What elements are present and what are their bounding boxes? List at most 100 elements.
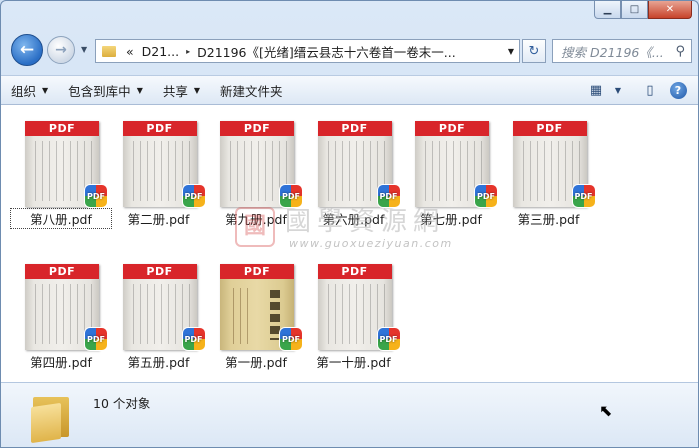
address-bar[interactable]: « D21... ▸ D21196《[光绪]缙云县志十六卷首一卷末一... ▼ <box>95 39 520 63</box>
pdf-app-icon-label: PDF <box>379 191 398 201</box>
page-text-preview <box>128 284 191 344</box>
page-text-preview <box>518 141 581 201</box>
page-text-preview <box>226 141 288 201</box>
pdf-app-icon: PDF <box>377 185 400 207</box>
breadcrumb-parent[interactable]: D21... <box>138 44 183 59</box>
pdf-app-icon: PDF <box>182 185 205 207</box>
chevron-down-icon: ▼ <box>136 85 143 95</box>
file-list-view[interactable]: PDF PDF 第八册.pdf PDF PDF 第二册.pdf PDF PDF 第九册.pdf P… <box>1 105 698 382</box>
watermark-url: www.guoxueziyuan.com <box>289 237 453 250</box>
file-item[interactable]: PDF PDF 第二册.pdf <box>113 113 205 227</box>
file-item[interactable]: PDF PDF 第一十册.pdf <box>308 256 400 370</box>
file-item[interactable]: PDF PDF 第九册.pdf <box>210 113 302 227</box>
chevron-down-icon: ▼ <box>193 85 201 95</box>
command-bar: 组织 ▼ 包含到库中 ▼ 共享 ▼ 新建文件夹 ▦ ▼ ▯ ? <box>1 75 698 105</box>
back-button[interactable]: ← <box>11 34 43 66</box>
page-text-preview <box>323 141 386 201</box>
pdf-app-icon-label: PDF <box>282 334 300 344</box>
include-in-library-label: 包含到库中 <box>68 83 131 99</box>
new-folder-button[interactable]: 新建文件夹 <box>210 76 293 104</box>
file-item[interactable]: PDF PDF 第四册.pdf <box>15 256 107 370</box>
file-item[interactable]: PDF PDF 第五册.pdf <box>113 256 205 370</box>
new-folder-label: 新建文件夹 <box>220 83 283 99</box>
pdf-app-icon-label: PDF <box>477 191 495 201</box>
file-item[interactable]: PDF PDF 第一册.pdf <box>210 256 302 370</box>
item-count: 10 个对象 <box>93 396 151 411</box>
pdf-banner: PDF <box>220 121 294 136</box>
file-name[interactable]: 第六册.pdf <box>304 209 404 228</box>
share-label: 共享 <box>162 83 188 99</box>
pdf-banner: PDF <box>317 264 392 279</box>
folder-icon <box>102 45 116 57</box>
search-input[interactable]: 搜索 D21196《... ⚲ <box>552 39 692 63</box>
pdf-app-icon: PDF <box>475 185 497 207</box>
pdf-app-icon: PDF <box>377 328 400 350</box>
pdf-banner: PDF <box>25 121 99 136</box>
chevron-down-icon: ▼ <box>42 85 49 95</box>
pdf-app-icon: PDF <box>182 328 205 350</box>
view-options-icon[interactable]: ▦ <box>582 76 610 104</box>
pdf-banner: PDF <box>317 121 392 136</box>
file-item[interactable]: PDF PDF 第三册.pdf <box>503 113 595 227</box>
file-item[interactable]: PDF PDF 第七册.pdf <box>405 113 497 227</box>
minimize-button[interactable]: ▁ <box>594 1 621 19</box>
view-dropdown-icon[interactable]: ▼ <box>610 76 626 104</box>
pdf-app-icon-label: PDF <box>379 334 398 344</box>
pdf-app-icon: PDF <box>85 185 107 207</box>
page-text-preview <box>421 141 483 201</box>
file-name[interactable]: 第四册.pdf <box>11 352 111 371</box>
pdf-banner: PDF <box>122 264 197 279</box>
pdf-app-icon: PDF <box>280 185 302 207</box>
search-placeholder: 搜索 D21196《... <box>561 44 664 60</box>
file-item[interactable]: PDF PDF 第八册.pdf <box>10 113 112 229</box>
search-icon[interactable]: ⚲ <box>675 44 685 59</box>
pdf-app-icon-label: PDF <box>87 191 105 201</box>
pdf-app-icon-label: PDF <box>574 191 593 201</box>
breadcrumb-current[interactable]: D21196《[光绪]缙云县志十六卷首一卷末一... <box>193 42 460 61</box>
folder-icon <box>31 391 71 444</box>
breadcrumb-separator-icon[interactable]: ▸ <box>183 47 193 56</box>
file-item[interactable]: PDF PDF 第六册.pdf <box>308 113 400 227</box>
pdf-banner: PDF <box>220 264 294 279</box>
pdf-app-icon-label: PDF <box>184 334 203 344</box>
pdf-app-icon: PDF <box>85 328 107 350</box>
maximize-button[interactable]: □ <box>621 1 648 19</box>
pdf-app-icon-label: PDF <box>184 191 203 201</box>
pdf-banner: PDF <box>415 121 489 136</box>
file-name[interactable]: 第三册.pdf <box>499 209 599 228</box>
navigation-bar: ← → ▼ « D21... ▸ D21196《[光绪]缙云县志十六卷首一卷末一… <box>1 31 698 71</box>
window-controls: ▁ □ ✕ <box>594 1 692 21</box>
pdf-app-icon-label: PDF <box>282 191 300 201</box>
toolbar-right-group: ▦ ▼ ▯ ? <box>582 76 698 104</box>
preview-pane-icon[interactable]: ▯ <box>636 76 664 104</box>
pdf-app-icon: PDF <box>280 328 302 350</box>
file-name[interactable]: 第九册.pdf <box>206 209 306 228</box>
include-in-library-button[interactable]: 包含到库中 ▼ <box>58 76 153 104</box>
explorer-window: ▁ □ ✕ ← → ▼ « D21... ▸ D21196《[光绪]缙云县志十六… <box>0 0 699 448</box>
details-pane: 10 个对象 <box>1 382 698 447</box>
help-button[interactable]: ? <box>664 76 692 104</box>
forward-button[interactable]: → <box>47 36 75 64</box>
page-text-preview <box>128 141 191 201</box>
close-button[interactable]: ✕ <box>648 1 692 19</box>
page-text-preview <box>31 284 93 344</box>
file-name[interactable]: 第二册.pdf <box>109 209 209 228</box>
help-icon: ? <box>669 81 687 99</box>
mouse-cursor-icon: ⬉ <box>599 401 613 420</box>
file-name[interactable]: 第八册.pdf <box>10 208 112 229</box>
organize-button[interactable]: 组织 ▼ <box>1 76 58 104</box>
cover-title-preview <box>270 290 280 340</box>
pdf-banner: PDF <box>512 121 587 136</box>
recent-pages-dropdown[interactable]: ▼ <box>81 45 87 54</box>
pdf-app-icon: PDF <box>572 185 595 207</box>
breadcrumb-overflow[interactable]: « <box>122 44 138 59</box>
file-name[interactable]: 第一十册.pdf <box>304 352 404 371</box>
file-name[interactable]: 第七册.pdf <box>401 209 501 228</box>
pdf-banner: PDF <box>25 264 99 279</box>
share-button[interactable]: 共享 ▼ <box>153 76 210 104</box>
address-dropdown-icon[interactable]: ▼ <box>503 47 519 56</box>
file-name[interactable]: 第五册.pdf <box>109 352 209 371</box>
refresh-button[interactable]: ↻ <box>522 39 546 63</box>
pdf-banner: PDF <box>122 121 197 136</box>
file-name[interactable]: 第一册.pdf <box>206 352 306 371</box>
